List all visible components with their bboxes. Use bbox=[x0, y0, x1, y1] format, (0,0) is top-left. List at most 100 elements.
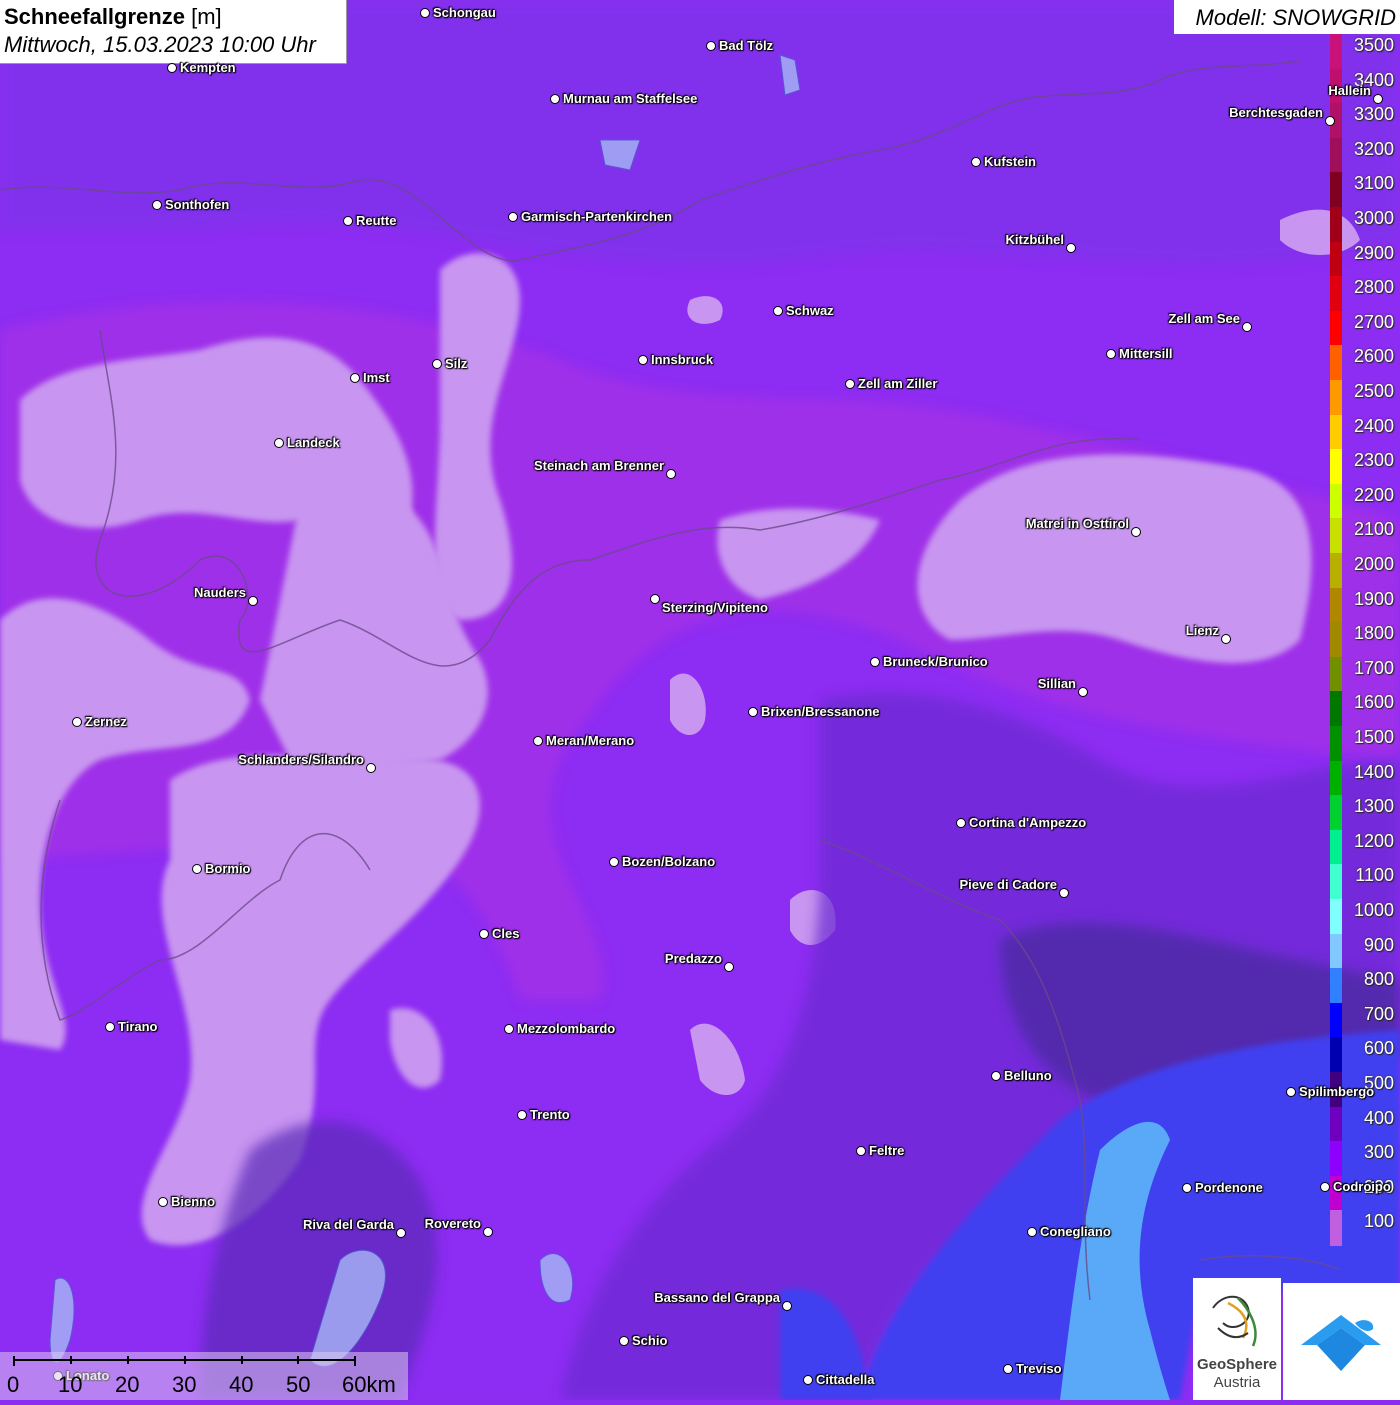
city-marker bbox=[479, 929, 489, 939]
legend-label: 2500 bbox=[1353, 381, 1394, 401]
city-label: Belluno bbox=[1004, 1068, 1052, 1083]
city-label: Riva del Garda bbox=[302, 1217, 394, 1232]
city-marker bbox=[870, 657, 880, 667]
legend-label: 1800 bbox=[1353, 623, 1394, 644]
city-label: Spilimbergo bbox=[1299, 1084, 1375, 1099]
city-marker bbox=[748, 707, 758, 717]
city-label: Schio bbox=[632, 1333, 668, 1348]
legend-swatch bbox=[1330, 483, 1342, 519]
city-label: Feltre bbox=[869, 1143, 905, 1158]
legend-swatch bbox=[1330, 1210, 1342, 1246]
legend-swatch bbox=[1330, 864, 1342, 900]
city-marker bbox=[619, 1336, 629, 1346]
legend-label: 3000 bbox=[1353, 208, 1394, 228]
legend-swatch bbox=[1330, 553, 1342, 589]
title-unit: [m] bbox=[191, 4, 222, 29]
city-marker bbox=[508, 212, 518, 222]
legend-label: 3200 bbox=[1353, 138, 1394, 159]
legend-label: 700 bbox=[1363, 1003, 1394, 1024]
map-datetime: Mittwoch, 15.03.2023 10:00 Uhr bbox=[4, 32, 316, 57]
city-marker bbox=[152, 200, 162, 210]
city-marker bbox=[773, 306, 783, 316]
city-marker bbox=[192, 864, 202, 874]
legend-label: 2000 bbox=[1353, 554, 1394, 574]
city-label: Cles bbox=[492, 926, 520, 941]
legend-label: 2600 bbox=[1353, 346, 1394, 367]
legend-swatch bbox=[1330, 968, 1342, 1004]
city-marker bbox=[1131, 527, 1141, 537]
city-marker bbox=[1027, 1227, 1037, 1237]
legend-swatch bbox=[1330, 726, 1342, 762]
city-label: Brixen/Bressanone bbox=[761, 704, 880, 719]
legend-swatch bbox=[1330, 241, 1342, 277]
legend-swatch bbox=[1330, 310, 1342, 346]
legend-swatch bbox=[1330, 829, 1342, 865]
city-label: Bassano del Grappa bbox=[654, 1290, 780, 1305]
city-label: Garmisch-Partenkirchen bbox=[521, 209, 673, 224]
legend-swatch bbox=[1330, 899, 1342, 935]
city-marker bbox=[1078, 687, 1088, 697]
logo-line1: GeoSphere bbox=[1196, 1356, 1278, 1373]
city-marker bbox=[1286, 1087, 1296, 1097]
city-label: Cittadella bbox=[816, 1372, 875, 1387]
city-marker bbox=[167, 63, 177, 73]
city-marker bbox=[609, 857, 619, 867]
legend-swatch bbox=[1330, 380, 1342, 416]
city-marker bbox=[1373, 94, 1383, 104]
logo-line2: Austria bbox=[1213, 1374, 1261, 1391]
city-label: Innsbruck bbox=[651, 352, 714, 367]
city-label: Nauders bbox=[193, 585, 246, 600]
legend-swatch bbox=[1330, 137, 1342, 173]
city-label: Bozen/Bolzano bbox=[622, 854, 716, 869]
model-box: Modell: SNOWGRID bbox=[1174, 0, 1400, 34]
city-label: Schongau bbox=[433, 5, 496, 20]
city-marker bbox=[483, 1227, 493, 1237]
city-marker bbox=[366, 763, 376, 773]
city-marker bbox=[533, 736, 543, 746]
city-label: Imst bbox=[363, 370, 390, 385]
legend-swatch bbox=[1330, 691, 1342, 727]
city-label: Zernez bbox=[85, 714, 127, 729]
city-marker bbox=[1059, 888, 1069, 898]
city-label: Pieve di Cadore bbox=[959, 877, 1057, 892]
city-label: Pordenone bbox=[1195, 1180, 1263, 1195]
city-label: Mittersill bbox=[1119, 346, 1173, 361]
legend-label: 1600 bbox=[1353, 692, 1394, 713]
city-label: Hallein bbox=[1328, 83, 1371, 98]
city-label: Kempten bbox=[180, 60, 236, 75]
city-marker bbox=[1320, 1182, 1330, 1192]
city-label: Bormio bbox=[205, 861, 251, 876]
city-marker bbox=[991, 1071, 1001, 1081]
city-marker bbox=[517, 1110, 527, 1120]
city-label: Zell am Ziller bbox=[858, 376, 938, 391]
city-label: Sonthofen bbox=[165, 197, 230, 212]
city-label: Conegliano bbox=[1040, 1224, 1111, 1239]
city-label: Silz bbox=[445, 356, 468, 371]
city-marker bbox=[956, 818, 966, 828]
legend-label: 1900 bbox=[1353, 588, 1394, 609]
title-label: Schneefallgrenze bbox=[4, 4, 185, 29]
legend-label: 100 bbox=[1363, 1211, 1394, 1232]
city-marker bbox=[782, 1301, 792, 1311]
city-marker bbox=[706, 41, 716, 51]
city-marker bbox=[1325, 116, 1335, 126]
map-title-box: Schneefallgrenze [m] Mittwoch, 15.03.202… bbox=[0, 0, 347, 64]
geosphere-emblem-icon bbox=[1212, 1295, 1257, 1347]
snowgrid-logo[interactable] bbox=[1283, 1283, 1400, 1400]
city-marker bbox=[432, 359, 442, 369]
legend-label: 600 bbox=[1363, 1038, 1394, 1059]
city-marker bbox=[856, 1146, 866, 1156]
city-marker bbox=[504, 1024, 514, 1034]
legend-swatch bbox=[1330, 207, 1342, 243]
legend-label: 400 bbox=[1363, 1107, 1394, 1128]
scale-tick: 60km bbox=[342, 1372, 396, 1397]
city-label: Sillian bbox=[1037, 676, 1076, 691]
city-label: Bruneck/Brunico bbox=[883, 654, 988, 669]
legend-swatch bbox=[1330, 414, 1342, 450]
scale-tick: 30 bbox=[172, 1372, 197, 1397]
city-label: Treviso bbox=[1016, 1361, 1062, 1376]
city-marker bbox=[350, 373, 360, 383]
legend-label: 1200 bbox=[1353, 830, 1394, 851]
city-label: Bad Tölz bbox=[719, 38, 774, 53]
legend-label: 2800 bbox=[1353, 277, 1394, 298]
